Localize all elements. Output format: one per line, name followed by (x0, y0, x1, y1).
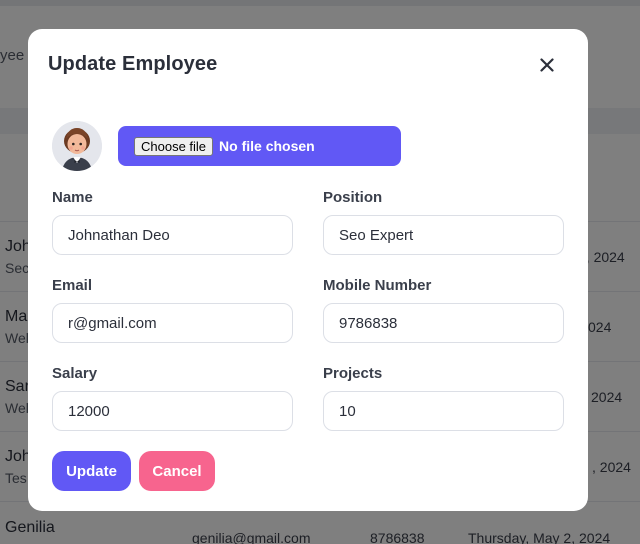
update-button[interactable]: Update (52, 451, 131, 491)
position-label: Position (323, 189, 383, 206)
update-employee-modal: Update Employee Choose file No file chos… (28, 29, 588, 511)
employee-avatar (52, 121, 102, 171)
name-label: Name (52, 189, 93, 206)
projects-label: Projects (323, 365, 383, 382)
salary-label: Salary (52, 365, 98, 382)
position-field[interactable] (323, 215, 564, 255)
file-status: No file chosen (219, 138, 315, 154)
mobile-number-field[interactable] (323, 303, 564, 343)
mobile-number-label: Mobile Number (323, 277, 432, 294)
avatar-icon (52, 121, 102, 171)
name-field[interactable] (52, 215, 293, 255)
email-label: Email (52, 277, 93, 294)
modal-title: Update Employee (48, 53, 218, 75)
email-field[interactable] (52, 303, 293, 343)
close-icon (540, 58, 554, 72)
close-button[interactable] (535, 53, 559, 77)
projects-field[interactable] (323, 391, 564, 431)
cancel-button[interactable]: Cancel (139, 451, 215, 491)
file-upload[interactable]: Choose file No file chosen (118, 126, 401, 166)
choose-file-button[interactable]: Choose file (134, 136, 214, 156)
salary-field[interactable] (52, 391, 293, 431)
